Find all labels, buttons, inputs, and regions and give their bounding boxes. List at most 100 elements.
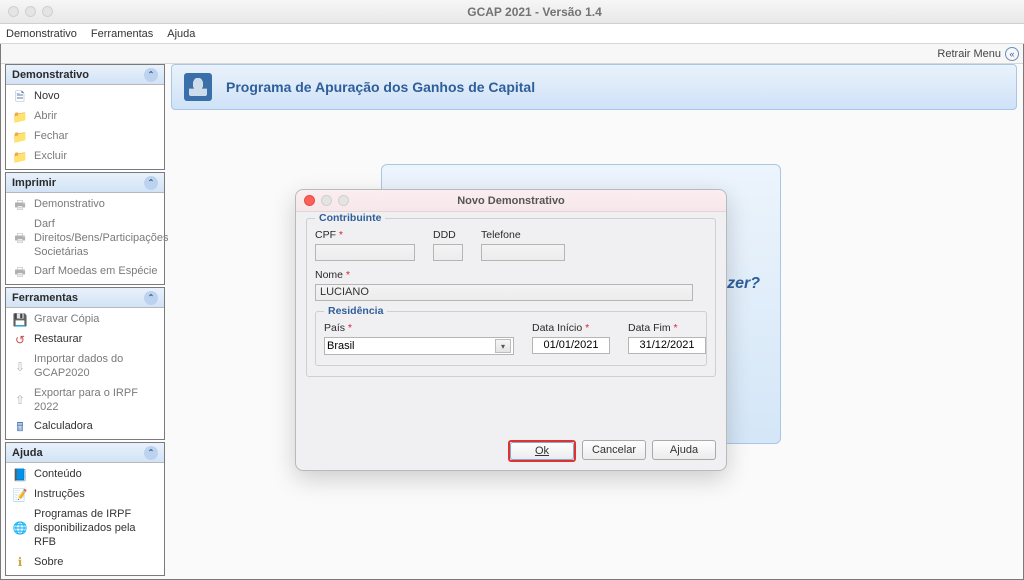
printer-icon: 🖶 <box>12 232 28 246</box>
sidebar-item[interactable]: ℹSobre <box>6 553 164 573</box>
row-residencia: País Brasil ▾ Data Início 01/01/2021 Dat… <box>324 322 698 355</box>
sidebar-item-label: Calculadora <box>34 420 93 434</box>
nome-label: Nome <box>315 269 707 281</box>
sidebar-panel: Demonstrativo⌃ 🗎 Novo 📁Abrir📁 Fechar 📁Excluir <box>5 64 165 170</box>
cancelar-button[interactable]: Cancelar <box>582 440 646 460</box>
sidebar-item-label: Sobre <box>34 556 63 570</box>
app-header: Programa de Apuração dos Ganhos de Capit… <box>171 64 1017 110</box>
traffic-lights <box>8 6 53 17</box>
minimize-icon[interactable] <box>321 195 332 206</box>
field-data-inicio: Data Início 01/01/2021 <box>532 322 610 355</box>
sidebar-item[interactable]: ↺Restaurar <box>6 330 164 350</box>
sidebar-item-label: Conteúdo <box>34 468 82 482</box>
calc-icon: 🖩 <box>12 420 28 434</box>
field-cpf: CPF <box>315 229 415 261</box>
zoom-icon[interactable] <box>42 6 53 17</box>
modal-novo-demonstrativo: Novo Demonstrativo Contribuinte CPF DDD … <box>295 189 727 471</box>
panel-body: 💾Gravar Cópia↺Restaurar ⇩ Importar dados d… <box>6 308 164 439</box>
sidebar-item-label: Excluir <box>34 150 67 164</box>
field-pais: País Brasil ▾ <box>324 322 514 355</box>
ok-label: Ok <box>535 445 549 457</box>
retrair-menu[interactable]: Retrair Menu « <box>1 44 1023 64</box>
sidebar: Demonstrativo⌃🗎Novo📁Abrir📁Fechar📁Excluir… <box>5 64 165 575</box>
sidebar-item[interactable]: 📝Instruções <box>6 485 164 505</box>
sidebar-item[interactable]: 🖩 Calculadora <box>6 417 164 437</box>
menu-ferramentas[interactable]: Ferramentas <box>91 28 153 40</box>
close-icon[interactable] <box>8 6 19 17</box>
telefone-input[interactable] <box>481 244 565 261</box>
sidebar-item-label: Programas de IRPF disponibilizados pela … <box>34 508 158 549</box>
telefone-label: Telefone <box>481 229 565 241</box>
sidebar-item-label: Exportar para o IRPF 2022 <box>34 387 158 415</box>
panel-body: 📘Conteúdo📝Instruções🌐Programas de IRPF d… <box>6 463 164 574</box>
sidebar-panel: Ajuda⌃📘Conteúdo📝Instruções🌐Programas de … <box>5 442 165 575</box>
sidebar-item: 🖶Darf Direitos/Bens/Participações Societ… <box>6 215 164 262</box>
chevron-down-icon: ▾ <box>495 339 511 353</box>
panel-header[interactable]: Ferramentas⌃ <box>6 288 164 308</box>
ok-button[interactable]: Ok <box>508 440 576 462</box>
ddd-input[interactable] <box>433 244 463 261</box>
cpf-label: CPF <box>315 229 415 241</box>
sidebar-item-label: Importar dados do GCAP2020 <box>34 353 158 381</box>
sidebar-item-label: Fechar <box>34 130 68 144</box>
panel-header[interactable]: Ajuda⌃ <box>6 443 164 463</box>
panel-title: Imprimir <box>12 177 56 189</box>
ajuda-label: Ajuda <box>670 444 698 456</box>
panel-body: 🖶 Demonstrativo 🖶Darf Direitos/Bens/Partic… <box>6 193 164 284</box>
cancelar-label: Cancelar <box>592 444 636 456</box>
minimize-icon[interactable] <box>25 6 36 17</box>
panel-header[interactable]: Demonstrativo⌃ <box>6 65 164 85</box>
close-icon[interactable] <box>304 195 315 206</box>
printer-icon: 🖶 <box>12 198 28 212</box>
sidebar-panel: Ferramentas⌃💾Gravar Cópia↺Restaurar ⇩ Impo… <box>5 287 165 440</box>
window-title: GCAP 2021 - Versão 1.4 <box>53 5 1016 19</box>
collapse-icon: ⌃ <box>144 291 158 305</box>
sidebar-item: 💾Gravar Cópia <box>6 310 164 330</box>
panel-title: Ajuda <box>12 447 43 459</box>
pais-select[interactable]: Brasil ▾ <box>324 337 514 355</box>
sidebar-item: 📁Abrir <box>6 107 164 127</box>
sidebar-item[interactable]: 🗎 Novo <box>6 87 164 107</box>
panel-body: 🗎 Novo 📁Abrir📁 Fechar 📁Excluir <box>6 85 164 169</box>
export-icon: ⇧ <box>12 394 28 408</box>
folder-icon: 📁 <box>12 110 28 124</box>
sidebar-item[interactable]: 🌐Programas de IRPF disponibilizados pela… <box>6 505 164 552</box>
note-icon: 📝 <box>12 488 28 502</box>
ddd-label: DDD <box>433 229 463 241</box>
app-logo-icon <box>184 73 212 101</box>
sidebar-item-label: Darf Direitos/Bens/Participações Societá… <box>34 218 169 259</box>
panel-header[interactable]: Imprimir⌃ <box>6 173 164 193</box>
sidebar-item[interactable]: 📘Conteúdo <box>6 465 164 485</box>
data-fim-label: Data Fim <box>628 322 706 334</box>
data-fim-input[interactable]: 31/12/2021 <box>628 337 706 354</box>
sidebar-item-label: Demonstrativo <box>34 198 105 212</box>
modal-traffic-lights <box>304 195 349 206</box>
field-telefone: Telefone <box>481 229 565 261</box>
pais-value: Brasil <box>327 340 355 352</box>
menu-demonstrativo[interactable]: Demonstrativo <box>6 28 77 40</box>
cpf-input[interactable] <box>315 244 415 261</box>
sidebar-item: 📁Excluir <box>6 147 164 167</box>
restore-icon: ↺ <box>12 333 28 347</box>
group-residencia: Residência País Brasil ▾ Data Início 01/… <box>315 311 707 366</box>
app-body: Retrair Menu « Demonstrativo⌃🗎Novo📁Abrir… <box>0 44 1024 580</box>
collapse-icon: ⌃ <box>144 68 158 82</box>
doc-icon: 🗎 <box>12 90 28 104</box>
sidebar-item: ⇧ Exportar para o IRPF 2022 <box>6 384 164 418</box>
ajuda-button[interactable]: Ajuda <box>652 440 716 460</box>
group-title: Residência <box>324 305 387 317</box>
sidebar-item: 🖶 Demonstrativo <box>6 195 164 215</box>
retrair-label: Retrair Menu <box>937 48 1001 60</box>
menu-ajuda[interactable]: Ajuda <box>167 28 195 40</box>
import-icon: ⇩ <box>12 360 28 374</box>
printer-icon: 🖶 <box>12 265 28 279</box>
save-icon: 💾 <box>12 313 28 327</box>
page-title: Programa de Apuração dos Ganhos de Capit… <box>226 79 535 95</box>
row-cpf-ddd-tel: CPF DDD Telefone <box>315 229 707 261</box>
data-inicio-input[interactable]: 01/01/2021 <box>532 337 610 354</box>
sidebar-item-label: Novo <box>34 90 60 104</box>
sidebar-panel: Imprimir⌃ 🖶 Demonstrativo 🖶Darf Direitos/Be… <box>5 172 165 285</box>
sidebar-item: ⇩ Importar dados do GCAP2020 <box>6 350 164 384</box>
nome-input[interactable]: LUCIANO <box>315 284 693 301</box>
zoom-icon[interactable] <box>338 195 349 206</box>
